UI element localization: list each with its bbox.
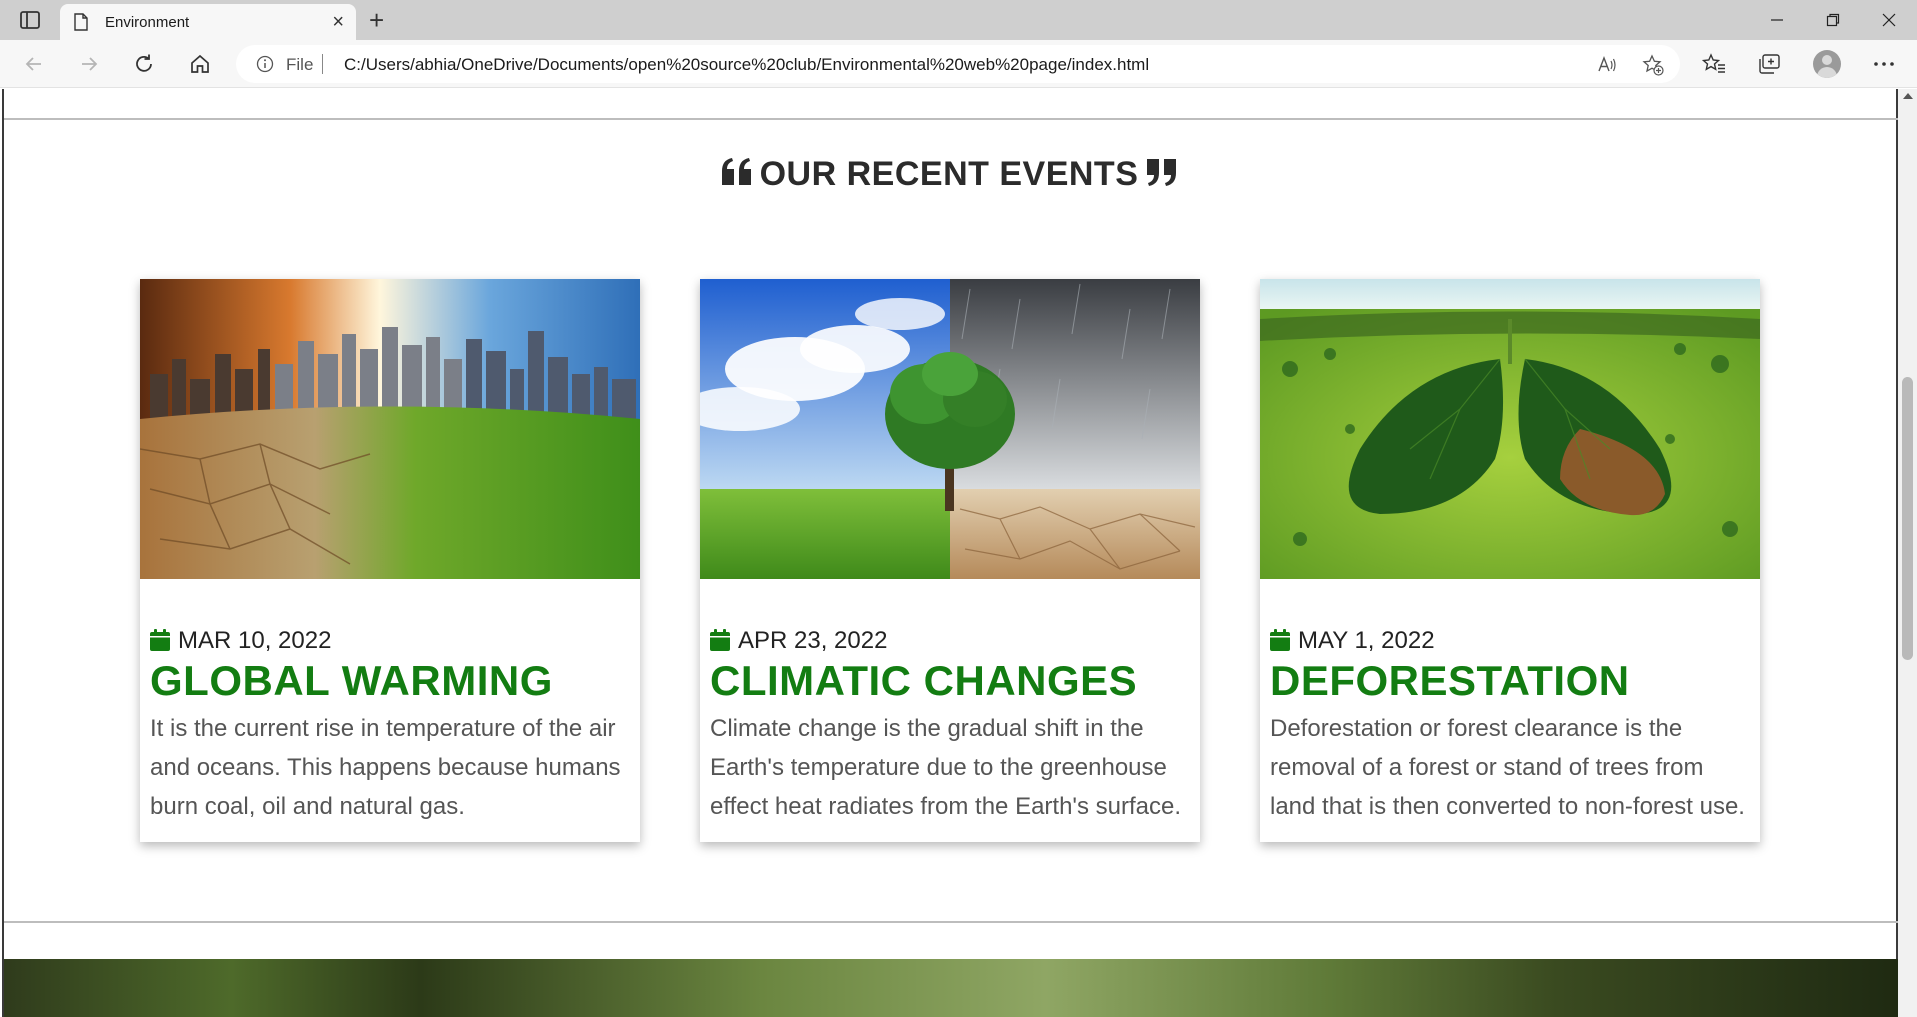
address-url[interactable]: C:/Users/abhia/OneDrive/Documents/open%2… [344,55,1149,75]
forward-icon[interactable] [75,50,103,78]
event-date: APR 23, 2022 [710,627,887,655]
forest-banner-image [4,959,1898,1017]
address-scheme-label: File [286,55,314,74]
section-title-text: OUR RECENT EVENTS [759,155,1139,193]
event-date-text: MAY 1, 2022 [1298,627,1435,654]
scroll-up-arrow-icon[interactable] [1903,93,1913,99]
calendar-icon [710,629,730,651]
scrollbar-thumb[interactable] [1902,377,1913,660]
event-date-text: APR 23, 2022 [738,627,888,654]
collections-icon[interactable] [1755,50,1783,78]
browser-tab[interactable]: Environment × [60,4,356,40]
profile-avatar[interactable] [1813,50,1841,78]
home-icon[interactable] [186,50,214,78]
address-bar[interactable]: File C:/Users/abhia/OneDrive/Documents/o… [236,45,1680,83]
quote-left-icon [720,157,754,187]
page-icon [74,13,88,31]
restore-icon[interactable] [1805,0,1861,40]
minimize-icon[interactable] [1749,0,1805,40]
page-viewport: OUR RECENT EVENTS MAR 10, 2022 GLOBAL WA… [0,89,1917,1017]
event-date: MAR 10, 2022 [150,627,331,655]
calendar-icon [150,629,170,651]
browser-toolbar: File C:/Users/abhia/OneDrive/Documents/o… [0,40,1917,88]
tab-actions-icon[interactable] [18,9,42,31]
event-image-deforestation [1260,279,1760,579]
event-image-global-warming [140,279,640,579]
event-title[interactable]: CLIMATIC CHANGES [710,657,1137,705]
close-window-icon[interactable] [1861,0,1917,40]
event-image-climatic-changes [700,279,1200,579]
calendar-icon [1270,629,1290,651]
favorites-icon[interactable] [1700,50,1728,78]
read-aloud-icon[interactable] [1596,54,1618,76]
quote-right-icon [1144,157,1178,187]
event-card[interactable]: MAR 10, 2022 GLOBAL WARMING It is the cu… [140,279,640,842]
event-date: MAY 1, 2022 [1270,627,1435,655]
section-title: OUR RECENT EVENTS [0,155,1898,194]
address-divider [322,54,323,74]
event-card[interactable]: MAY 1, 2022 DEFORESTATION Deforestation … [1260,279,1760,842]
browser-tab-bar: Environment × + [0,0,1917,40]
back-icon[interactable] [20,50,48,78]
event-description: Deforestation or forest clearance is the… [1270,715,1745,820]
section-divider-top [4,118,1898,120]
event-description: It is the current rise in temperature of… [150,715,621,820]
more-options-icon[interactable] [1870,50,1898,78]
event-title[interactable]: GLOBAL WARMING [150,657,553,705]
event-card[interactable]: APR 23, 2022 CLIMATIC CHANGES Climate ch… [700,279,1200,842]
new-tab-icon[interactable]: + [369,6,384,34]
section-divider-bottom [4,921,1898,923]
event-date-text: MAR 10, 2022 [178,627,332,654]
event-description: Climate change is the gradual shift in t… [710,715,1182,820]
tab-title: Environment [105,14,190,31]
info-icon[interactable] [256,55,274,73]
event-title[interactable]: DEFORESTATION [1270,657,1630,705]
refresh-icon[interactable] [130,50,158,78]
page-scrollbar[interactable] [1898,89,1917,1017]
close-tab-icon[interactable]: × [332,12,344,32]
add-favorite-icon[interactable] [1642,54,1664,76]
